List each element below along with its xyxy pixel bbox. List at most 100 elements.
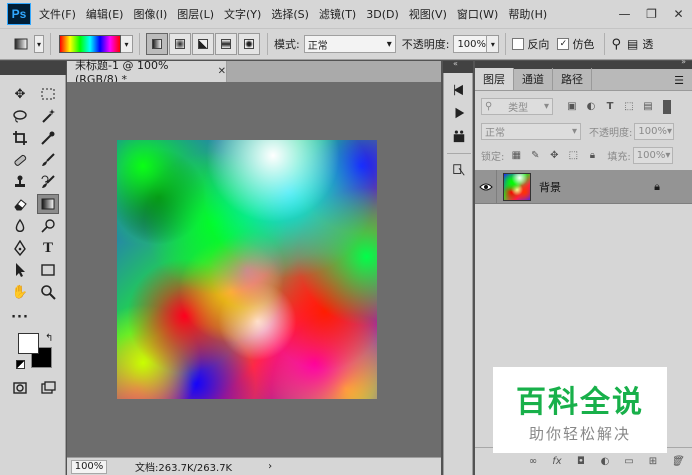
restore-button[interactable]: ❐: [638, 4, 665, 24]
radial-gradient-button[interactable]: [169, 33, 191, 55]
angle-gradient-button[interactable]: [192, 33, 214, 55]
healing-brush-tool-icon[interactable]: [9, 150, 31, 170]
eyedropper-tool-icon[interactable]: [37, 128, 59, 148]
filter-toggle[interactable]: [663, 99, 671, 114]
menu-edit[interactable]: 编辑(E): [86, 6, 124, 22]
eraser-tool-icon[interactable]: [9, 194, 31, 214]
layer-opacity-input[interactable]: 100% ▾: [634, 123, 675, 140]
add-mask-icon[interactable]: ◘: [572, 454, 590, 470]
lasso-tool-icon[interactable]: [9, 106, 31, 126]
opacity-dropdown[interactable]: ▾: [487, 35, 500, 53]
collapse-arrows-icon[interactable]: «: [453, 59, 458, 68]
linear-gradient-button[interactable]: [146, 33, 168, 55]
delete-layer-icon[interactable]: 🗑︎: [668, 454, 686, 470]
filter-adjustment-icon[interactable]: ◐: [584, 100, 598, 114]
lock-icon[interactable]: 🔒︎: [654, 180, 660, 194]
kind-filter-select[interactable]: ⚲ 类型 ▾: [481, 98, 553, 115]
menu-file[interactable]: 文件(F): [39, 6, 76, 22]
tab-layers[interactable]: 图层: [475, 68, 514, 90]
dodge-tool-icon[interactable]: [37, 216, 59, 236]
filter-shape-icon[interactable]: ⬚: [622, 100, 636, 114]
brush-tool-icon[interactable]: [37, 150, 59, 170]
reverse-checkbox[interactable]: [512, 38, 525, 50]
new-group-icon[interactable]: ▭: [620, 454, 638, 470]
quick-mask-icon[interactable]: [9, 378, 31, 398]
paragraph-panel-icon[interactable]: [449, 161, 469, 179]
lock-artboard-icon[interactable]: ⬚: [566, 149, 580, 163]
zoom-tool-icon[interactable]: [37, 282, 59, 302]
mode-select[interactable]: 正常 ▾: [303, 35, 396, 53]
lock-position-icon[interactable]: ✥: [547, 149, 561, 163]
canvas-image[interactable]: [117, 140, 377, 399]
close-icon[interactable]: ✕: [218, 66, 226, 77]
status-menu-arrow[interactable]: ›: [268, 461, 272, 472]
lock-all-icon[interactable]: 🔒︎: [585, 149, 599, 163]
lock-transparent-icon[interactable]: ▦: [509, 149, 523, 163]
search-icon[interactable]: ⚲: [611, 37, 621, 52]
clone-stamp-tool-icon[interactable]: [9, 172, 31, 192]
diamond-gradient-button[interactable]: [238, 33, 260, 55]
blur-tool-icon[interactable]: [9, 216, 31, 236]
tools-panel-header[interactable]: [0, 61, 66, 75]
default-colors-icon[interactable]: [16, 360, 25, 369]
tab-paths[interactable]: 路径: [553, 68, 592, 90]
magic-wand-tool-icon[interactable]: [37, 106, 59, 126]
properties-panel-icon[interactable]: [449, 127, 469, 145]
minimize-button[interactable]: —: [611, 4, 638, 24]
filter-type-icon[interactable]: T: [603, 100, 617, 114]
menu-type[interactable]: 文字(Y): [224, 6, 261, 22]
adjustment-layer-icon[interactable]: ◐: [596, 454, 614, 470]
rectangle-tool-icon[interactable]: [37, 260, 59, 280]
foreground-color-swatch[interactable]: [18, 333, 39, 354]
layer-row[interactable]: 背景 🔒︎: [475, 169, 692, 204]
type-tool-icon[interactable]: T: [37, 238, 59, 258]
zoom-input[interactable]: 100%: [71, 459, 107, 474]
history-brush-tool-icon[interactable]: [37, 172, 59, 192]
tool-preset-picker[interactable]: [8, 33, 34, 55]
close-button[interactable]: ✕: [665, 4, 692, 24]
gradient-editor-swatch[interactable]: [59, 35, 121, 53]
gradient-tool-button[interactable]: [37, 194, 59, 214]
tool-preset-dropdown[interactable]: ▾: [34, 35, 44, 53]
menu-view[interactable]: 视图(V): [409, 6, 447, 22]
canvas-area[interactable]: [67, 82, 441, 457]
filter-pixel-icon[interactable]: ▣: [565, 100, 579, 114]
pen-tool-icon[interactable]: [9, 238, 31, 258]
dither-checkbox[interactable]: ✓: [557, 38, 570, 50]
link-layers-icon[interactable]: ∞: [524, 454, 542, 470]
menu-help[interactable]: 帮助(H): [508, 6, 547, 22]
menu-filter[interactable]: 滤镜(T): [319, 6, 356, 22]
hand-tool-icon[interactable]: ✋: [9, 282, 31, 302]
menu-layer[interactable]: 图层(L): [177, 6, 214, 22]
document-tab[interactable]: 未标题-1 @ 100%(RGB/8) * ✕: [67, 59, 227, 86]
visibility-toggle[interactable]: [475, 169, 497, 204]
actions-panel-icon[interactable]: [449, 104, 469, 122]
fill-input[interactable]: 100% ▾: [632, 147, 673, 164]
menu-3d[interactable]: 3D(D): [366, 8, 399, 21]
layer-style-icon[interactable]: fx: [548, 454, 566, 470]
history-panel-icon[interactable]: [449, 81, 469, 99]
swap-colors-icon[interactable]: ↰: [45, 333, 53, 344]
opacity-input[interactable]: 100%: [453, 35, 488, 53]
move-tool-icon[interactable]: ✥: [9, 84, 31, 104]
marquee-tool-icon[interactable]: [37, 84, 59, 104]
screen-mode-icon[interactable]: [37, 378, 59, 398]
more-tools-icon[interactable]: ···: [9, 307, 31, 327]
menu-image[interactable]: 图像(I): [133, 6, 167, 22]
filter-smart-object-icon[interactable]: ▤: [641, 100, 655, 114]
blend-mode-select[interactable]: 正常 ▾: [481, 123, 581, 140]
reflected-gradient-button[interactable]: [215, 33, 237, 55]
panel-menu-icon[interactable]: ☰: [674, 74, 684, 87]
crop-tool-icon[interactable]: [9, 128, 31, 148]
collapsed-panels-header[interactable]: «: [443, 59, 473, 73]
gradient-picker-dropdown[interactable]: ▾: [121, 35, 133, 53]
new-layer-icon[interactable]: ⊞: [644, 454, 662, 470]
menu-window[interactable]: 窗口(W): [457, 6, 498, 22]
layer-name[interactable]: 背景: [539, 179, 561, 195]
collapse-arrows-icon[interactable]: »: [681, 57, 686, 66]
tab-channels[interactable]: 通道: [514, 68, 553, 90]
path-selection-tool-icon[interactable]: [9, 260, 31, 280]
workspace-icon[interactable]: ▤: [627, 37, 638, 51]
menu-select[interactable]: 选择(S): [271, 6, 309, 22]
lock-image-icon[interactable]: ✎: [528, 149, 542, 163]
